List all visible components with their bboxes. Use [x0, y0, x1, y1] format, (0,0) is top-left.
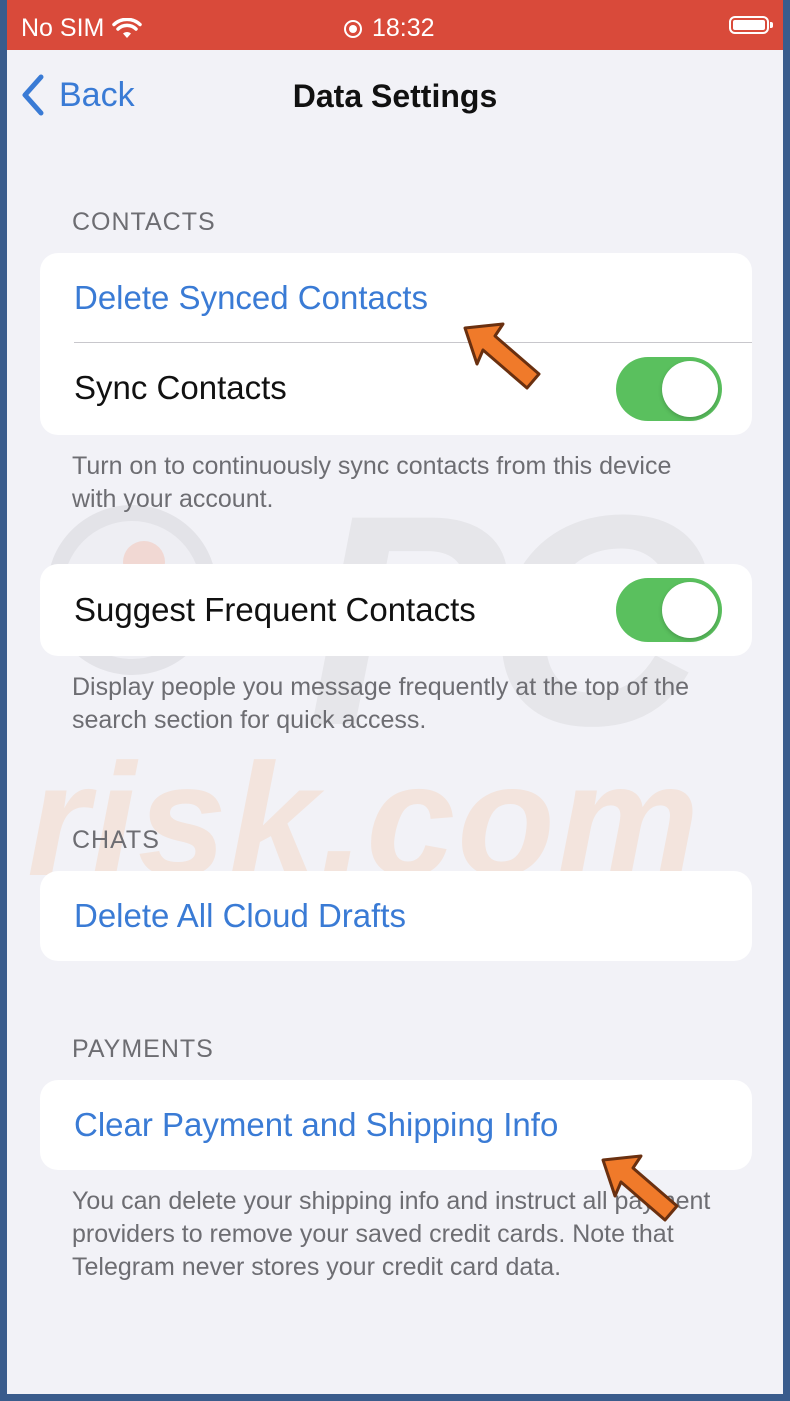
navigation-bar: Back Data Settings — [7, 50, 783, 146]
clock: 18:32 — [372, 14, 435, 42]
screen: PC risk.com No SIM 18:32 Back Data Setti… — [7, 0, 783, 1394]
page-title: Data Settings — [292, 78, 498, 114]
section-header-payments: PAYMENTS — [72, 1035, 214, 1063]
suggest-frequent-contacts-row: Suggest Frequent Contacts — [40, 564, 752, 656]
suggest-group: Suggest Frequent Contacts — [40, 564, 752, 656]
section-header-chats: CHATS — [72, 826, 160, 854]
wifi-icon — [112, 17, 143, 38]
suggest-frequent-footer: Display people you message frequently at… — [72, 673, 690, 734]
sync-contacts-toggle[interactable] — [616, 357, 722, 421]
screen-recording-icon — [344, 19, 362, 38]
chats-group: Delete All Cloud Drafts — [40, 871, 752, 961]
status-bar: No SIM 18:32 — [7, 0, 783, 50]
sync-contacts-label: Sync Contacts — [74, 369, 287, 406]
annotation-arrow-icon — [463, 322, 541, 390]
sync-contacts-row: Sync Contacts — [40, 343, 752, 433]
suggest-frequent-contacts-toggle[interactable] — [616, 578, 722, 642]
delete-synced-contacts-button[interactable]: Delete Synced Contacts — [40, 253, 752, 343]
sync-contacts-footer: Turn on to continuously sync contacts fr… — [72, 452, 672, 513]
suggest-frequent-contacts-label: Suggest Frequent Contacts — [74, 591, 476, 628]
contacts-group: Delete Synced Contacts Sync Contacts — [40, 253, 752, 435]
delete-all-cloud-drafts-button[interactable]: Delete All Cloud Drafts — [40, 871, 752, 961]
section-header-contacts: CONTACTS — [72, 208, 216, 236]
annotation-arrow-icon — [601, 1154, 679, 1222]
battery-icon — [729, 16, 773, 34]
carrier-label: No SIM — [21, 14, 105, 42]
